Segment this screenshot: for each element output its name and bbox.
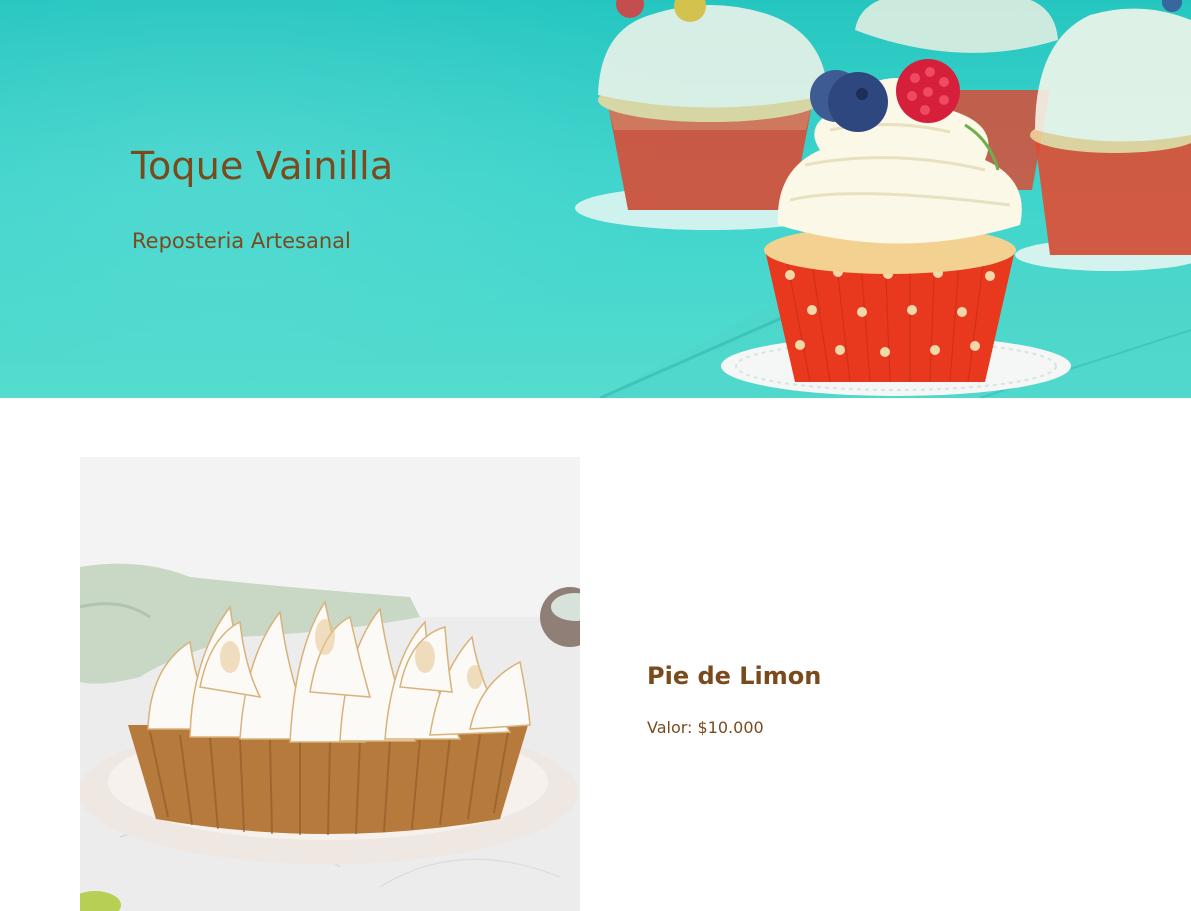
product-name: Pie de Limon	[647, 662, 822, 690]
lemon-pie-image	[80, 457, 580, 911]
cupcakes-image	[575, 0, 1191, 398]
product-price: Valor: $10.000	[647, 718, 764, 737]
site-subtitle: Reposteria Artesanal	[132, 229, 351, 253]
hero-banner: Toque Vainilla Reposteria Artesanal	[0, 0, 1191, 398]
site-title: Toque Vainilla	[131, 144, 394, 188]
product-image	[80, 457, 580, 911]
